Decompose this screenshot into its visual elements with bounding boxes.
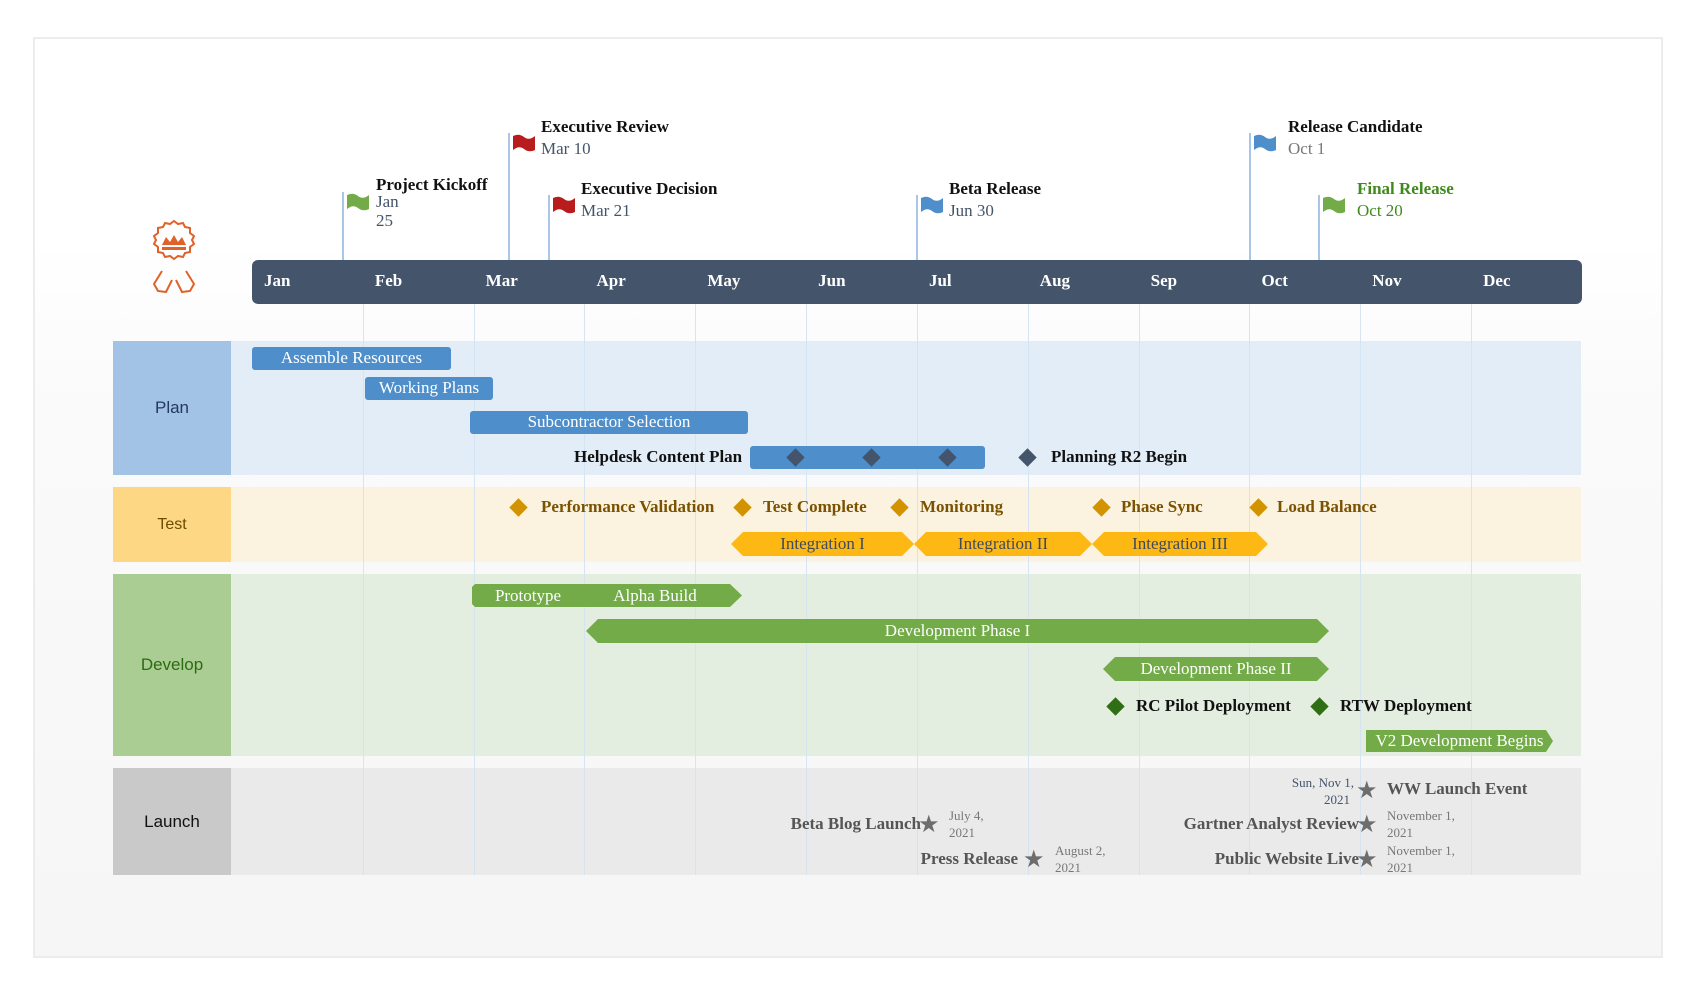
- month-label: Apr: [596, 271, 626, 290]
- milestone-pole: [916, 195, 918, 260]
- month-gridline: [917, 304, 918, 875]
- star-icon[interactable]: ★: [1356, 778, 1378, 802]
- launch-event-title: Press Release: [920, 849, 1018, 868]
- task-bar[interactable]: Working Plans: [365, 377, 493, 400]
- milestone-title: Final Release: [1357, 179, 1454, 198]
- lane-label: Launch: [113, 768, 231, 875]
- launch-event-date: 2021: [1387, 860, 1413, 875]
- milestone-label: Test Complete: [763, 497, 867, 516]
- task-bar[interactable]: Subcontractor Selection: [470, 411, 748, 434]
- milestone-label: Load Balance: [1277, 497, 1377, 516]
- task-label: V2 Development Begins: [1375, 731, 1544, 750]
- month-label: Jul: [928, 271, 952, 290]
- milestone-label: RC Pilot Deployment: [1136, 696, 1291, 715]
- month-label: Jan: [264, 271, 291, 290]
- task-label: Alpha Build: [613, 586, 697, 605]
- task-bar[interactable]: V2 Development Begins: [1366, 730, 1553, 752]
- star-icon[interactable]: ★: [1356, 847, 1378, 871]
- milestone-title: Executive Review: [541, 117, 669, 136]
- month-label: Jun: [818, 271, 846, 290]
- milestone-date: Oct 20: [1357, 201, 1403, 220]
- launch-event-title: Gartner Analyst Review: [1183, 814, 1359, 833]
- milestone-pole: [1318, 195, 1320, 260]
- month-label: May: [707, 271, 741, 290]
- launch-event-title: Beta Blog Launch: [790, 814, 921, 833]
- milestone-pole: [548, 195, 550, 260]
- month-label: Mar: [485, 271, 518, 290]
- month-label: Oct: [1261, 271, 1288, 290]
- launch-event-date: 2021: [1055, 860, 1081, 875]
- milestone-date: Mar 21: [581, 201, 631, 220]
- star-icon[interactable]: ★: [1023, 847, 1045, 871]
- milestone-title: Executive Decision: [581, 179, 718, 198]
- milestone-date: Jun 30: [949, 201, 994, 220]
- milestone-label: RTW Deployment: [1340, 696, 1472, 715]
- milestone-label: Monitoring: [920, 497, 1004, 516]
- task-label: Prototype: [494, 586, 562, 605]
- flag-icon: [553, 196, 575, 214]
- task-label: Integration III: [1132, 534, 1228, 553]
- lane-label: Test: [113, 487, 231, 562]
- milestone-pole: [342, 192, 344, 260]
- milestone-title: Release Candidate: [1288, 117, 1423, 136]
- task-label: Integration II: [957, 534, 1049, 553]
- flag-icon: [1254, 134, 1276, 152]
- launch-event-date: Sun, Nov 1,: [1291, 775, 1354, 790]
- milestone-date: Oct 1: [1288, 139, 1326, 158]
- month-label: Sep: [1150, 271, 1178, 290]
- month-gridline: [363, 304, 364, 875]
- task-label: Development Phase II: [1140, 659, 1292, 678]
- lane-label: Develop: [113, 574, 231, 756]
- flag-icon: [1323, 196, 1345, 214]
- milestone-date: 25: [376, 211, 393, 230]
- task-label: Integration I: [780, 534, 865, 553]
- flag-icon: [921, 196, 943, 214]
- milestone-label: Phase Sync: [1121, 497, 1203, 516]
- lane-label: Plan: [113, 341, 231, 475]
- month-gridline: [806, 304, 807, 875]
- milestone-title: Beta Release: [949, 179, 1042, 198]
- month-label: Nov: [1372, 271, 1402, 290]
- milestone-label: Planning R2 Begin: [1051, 447, 1188, 466]
- month-gridline: [1249, 304, 1250, 875]
- month-label: Feb: [374, 271, 403, 290]
- launch-event-date: 2021: [1324, 792, 1350, 807]
- milestone-pole: [508, 133, 510, 260]
- launch-event-date: 2021: [949, 825, 975, 840]
- task-bar[interactable]: Integration II: [914, 532, 1092, 556]
- award-crown-icon: [152, 219, 196, 294]
- prototype-alpha-bar[interactable]: Prototype Alpha Build: [472, 584, 742, 607]
- month-label: Dec: [1483, 271, 1511, 290]
- launch-event-title: WW Launch Event: [1387, 779, 1528, 798]
- task-label: Helpdesk Content Plan: [574, 447, 743, 466]
- task-bar[interactable]: Assemble Resources: [252, 347, 451, 370]
- milestone-date: Mar 10: [541, 139, 591, 158]
- task-bar[interactable]: Integration III: [1092, 532, 1268, 556]
- milestone-date: Jan: [376, 192, 399, 211]
- star-icon[interactable]: ★: [918, 812, 940, 836]
- milestone-pole: [1249, 133, 1251, 260]
- task-label: Development Phase I: [884, 621, 1031, 640]
- launch-event-date: November 1,: [1387, 843, 1455, 858]
- launch-event-date: July 4,: [949, 808, 984, 823]
- month-label: Aug: [1039, 271, 1071, 290]
- month-gridline: [1139, 304, 1140, 875]
- launch-event-date: August 2,: [1055, 843, 1106, 858]
- flag-icon: [347, 193, 369, 211]
- task-bar[interactable]: Integration I: [731, 532, 914, 556]
- star-icon[interactable]: ★: [1356, 812, 1378, 836]
- task-bar[interactable]: Development Phase II: [1103, 657, 1329, 681]
- launch-event-title: Public Website Live: [1214, 849, 1359, 868]
- launch-event-date: 2021: [1387, 825, 1413, 840]
- task-bar[interactable]: Development Phase I: [586, 619, 1329, 643]
- milestone-label: Performance Validation: [541, 497, 715, 516]
- flag-icon: [513, 134, 535, 152]
- launch-event-date: November 1,: [1387, 808, 1455, 823]
- month-gridline: [1028, 304, 1029, 875]
